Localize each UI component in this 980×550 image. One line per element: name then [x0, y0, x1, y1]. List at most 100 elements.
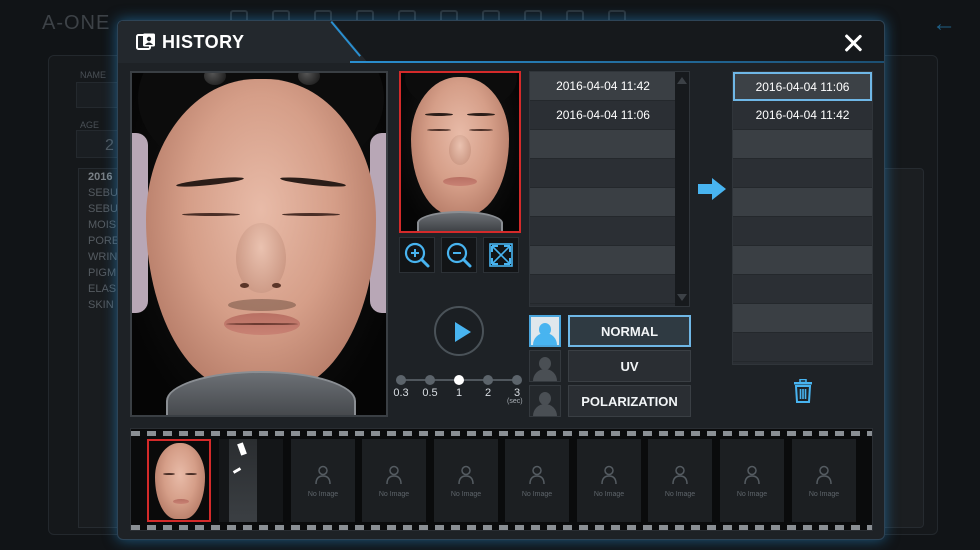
- person-icon-body: [533, 369, 557, 381]
- no-image-label: No Image: [307, 491, 339, 498]
- history-date-list: 2016-04-04 11:42 2016-04-04 11:06: [529, 71, 690, 307]
- filmstrip-perforation: [131, 525, 872, 530]
- selected-date-list: 2016-04-04 11:06 2016-04-04 11:42: [732, 71, 873, 365]
- no-image-label: No Image: [664, 491, 696, 498]
- nostril: [272, 283, 281, 288]
- mouth: [173, 499, 189, 504]
- image-filmstrip: No Image No Image No Image No Image No I…: [130, 428, 873, 531]
- normal-mode-button[interactable]: NORMAL: [568, 315, 691, 347]
- zoom-in-button[interactable]: [399, 237, 435, 273]
- selected-list-item[interactable]: [733, 246, 872, 275]
- user-placeholder-icon: [386, 465, 402, 485]
- no-image-slot[interactable]: No Image: [434, 439, 498, 522]
- speed-option-2[interactable]: [483, 375, 493, 385]
- speed-option-0-3[interactable]: [396, 375, 406, 385]
- close-icon[interactable]: [842, 32, 864, 54]
- speed-option-0-5[interactable]: [425, 375, 435, 385]
- back-arrow-icon[interactable]: ←: [932, 10, 956, 38]
- main-face-image[interactable]: [130, 71, 388, 417]
- speed-option-1[interactable]: [454, 375, 464, 385]
- selected-list-item[interactable]: [733, 188, 872, 217]
- polarization-mode-button[interactable]: POLARIZATION: [568, 385, 691, 417]
- chin-rest: [417, 211, 503, 231]
- nose: [449, 135, 471, 165]
- user-placeholder-icon: [529, 465, 545, 485]
- user-placeholder-icon: [315, 465, 331, 485]
- eye: [469, 129, 493, 131]
- user-placeholder-icon: [744, 465, 760, 485]
- no-image-slot[interactable]: No Image: [291, 439, 355, 522]
- user-placeholder-icon: [672, 465, 688, 485]
- age-label: AGE: [80, 120, 100, 130]
- add-to-compare-arrow-icon[interactable]: [697, 177, 727, 201]
- eye: [182, 213, 240, 216]
- date-list-item[interactable]: 2016-04-04 11:06: [530, 101, 676, 130]
- date-list-item[interactable]: [530, 275, 676, 304]
- trash-icon[interactable]: [792, 379, 814, 403]
- dialog-title: HISTORY: [162, 32, 245, 52]
- person-icon-body: [533, 333, 557, 345]
- date-list-item[interactable]: [530, 246, 676, 275]
- dialog-title-bar: HISTORY: [118, 21, 884, 63]
- selected-list-item[interactable]: [733, 333, 872, 362]
- zoom-out-button[interactable]: [441, 237, 477, 273]
- date-list-item[interactable]: [530, 188, 676, 217]
- filmstrip-perforation: [131, 431, 872, 436]
- no-image-slot[interactable]: No Image: [648, 439, 712, 522]
- fit-screen-button[interactable]: [483, 237, 519, 273]
- name-label: NAME: [80, 70, 107, 80]
- polarization-mode-icon[interactable]: [529, 385, 561, 417]
- no-image-label: No Image: [521, 491, 553, 498]
- no-image-label: No Image: [736, 491, 768, 498]
- no-image-slot[interactable]: No Image: [362, 439, 426, 522]
- selected-list-item[interactable]: [733, 275, 872, 304]
- history-dialog: HISTORY 2016-04-04 11:42 2016-04-04 11:0…: [117, 20, 885, 540]
- mustache: [228, 299, 296, 311]
- eye: [282, 213, 340, 216]
- no-image-label: No Image: [808, 491, 840, 498]
- eyebrow: [425, 113, 453, 116]
- mouth-line: [226, 323, 298, 325]
- selected-list-item[interactable]: 2016-04-04 11:42: [733, 101, 872, 130]
- play-button[interactable]: [434, 306, 484, 356]
- app-logo: A-ONE: [42, 12, 111, 34]
- speed-option-3[interactable]: [512, 375, 522, 385]
- selected-list-item[interactable]: [733, 217, 872, 246]
- uv-mode-button[interactable]: UV: [568, 350, 691, 382]
- date-list-item[interactable]: 2016-04-04 11:42: [530, 72, 676, 101]
- eyebrow: [467, 113, 495, 116]
- no-image-slot[interactable]: No Image: [505, 439, 569, 522]
- speed-label: 2: [484, 387, 492, 399]
- no-image-slot[interactable]: No Image: [577, 439, 641, 522]
- user-placeholder-icon: [601, 465, 617, 485]
- selected-list-item[interactable]: 2016-04-04 11:06: [733, 72, 872, 101]
- scroll-up-icon[interactable]: [677, 77, 687, 84]
- date-list-scrollbar[interactable]: [675, 72, 689, 306]
- title-accent-line: [350, 61, 884, 63]
- date-list-item[interactable]: [530, 159, 676, 188]
- fit-screen-icon: [489, 243, 513, 267]
- normal-mode-icon[interactable]: [529, 315, 561, 347]
- nostril: [240, 283, 249, 288]
- no-image-label: No Image: [450, 491, 482, 498]
- selected-list-item[interactable]: [733, 130, 872, 159]
- filmstrip-thumbnail[interactable]: [147, 439, 211, 522]
- mouth: [443, 177, 477, 186]
- filmstrip-thumbnail[interactable]: [219, 439, 283, 522]
- selected-list-item[interactable]: [733, 304, 872, 333]
- zoom-out-icon: [446, 242, 472, 268]
- date-list-item[interactable]: [530, 217, 676, 246]
- uv-mode-icon[interactable]: [529, 350, 561, 382]
- person-icon-body: [533, 404, 557, 416]
- face: [155, 443, 205, 519]
- compare-face-image[interactable]: [399, 71, 521, 233]
- speed-label: 1: [455, 387, 463, 399]
- zoom-in-icon: [404, 242, 430, 268]
- no-image-slot[interactable]: No Image: [792, 439, 856, 522]
- selected-list-item[interactable]: [733, 159, 872, 188]
- date-list-item[interactable]: [530, 130, 676, 159]
- scroll-down-icon[interactable]: [677, 294, 687, 301]
- no-image-slot[interactable]: No Image: [720, 439, 784, 522]
- speed-label: 0.3: [393, 387, 409, 399]
- no-image-label: No Image: [378, 491, 410, 498]
